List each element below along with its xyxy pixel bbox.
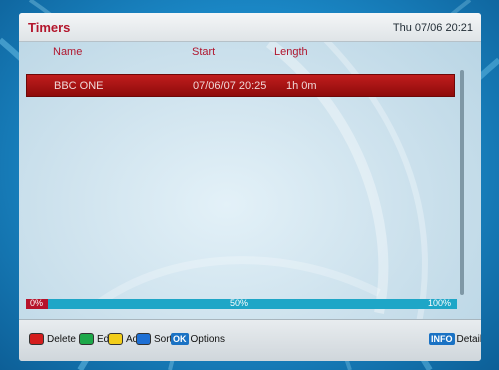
legend-details-label: Details: [456, 333, 482, 345]
info-key-icon: INFO: [429, 333, 455, 345]
blue-key-icon: [136, 333, 151, 345]
legend-details[interactable]: INFO Details: [429, 333, 481, 345]
legend-options-label: Options: [190, 333, 225, 345]
page-title: Timers: [28, 20, 71, 35]
timer-length: 1h 0m: [286, 80, 317, 92]
clock-datetime: Thu 07/06 20:21: [392, 22, 473, 34]
progress-label-mid: 50%: [230, 298, 249, 308]
red-key-icon: [29, 333, 44, 345]
legend-delete-label: Delete: [47, 333, 76, 345]
yellow-key-icon: [108, 333, 123, 345]
column-header-name: Name: [53, 46, 83, 58]
timers-panel: Timers Thu 07/06 20:21 Name Start Length…: [19, 13, 481, 361]
button-legend-bar: Delete Edit Add Sort OK Options INFO Det…: [19, 319, 481, 361]
timer-row-selected[interactable]: BBC ONE 07/06/07 20:25 1h 0m: [26, 74, 455, 97]
title-bar: Timers Thu 07/06 20:21: [19, 13, 481, 42]
legend-sort[interactable]: Sort: [136, 333, 172, 345]
timer-start: 07/06/07 20:25: [193, 80, 267, 92]
usage-progress-bar: 0% 50% 100%: [26, 298, 457, 309]
legend-delete[interactable]: Delete: [29, 333, 76, 345]
ok-key-icon: OK: [171, 333, 189, 345]
legend-options[interactable]: OK Options: [171, 333, 225, 345]
progress-label-max: 100%: [427, 298, 451, 308]
timer-name: BBC ONE: [54, 80, 104, 92]
green-key-icon: [79, 333, 94, 345]
list-scrollbar[interactable]: [460, 70, 464, 295]
column-header-length: Length: [274, 46, 308, 58]
progress-label-min: 0%: [30, 298, 44, 308]
column-header-start: Start: [192, 46, 216, 58]
legend-sort-label: Sort: [154, 333, 173, 345]
